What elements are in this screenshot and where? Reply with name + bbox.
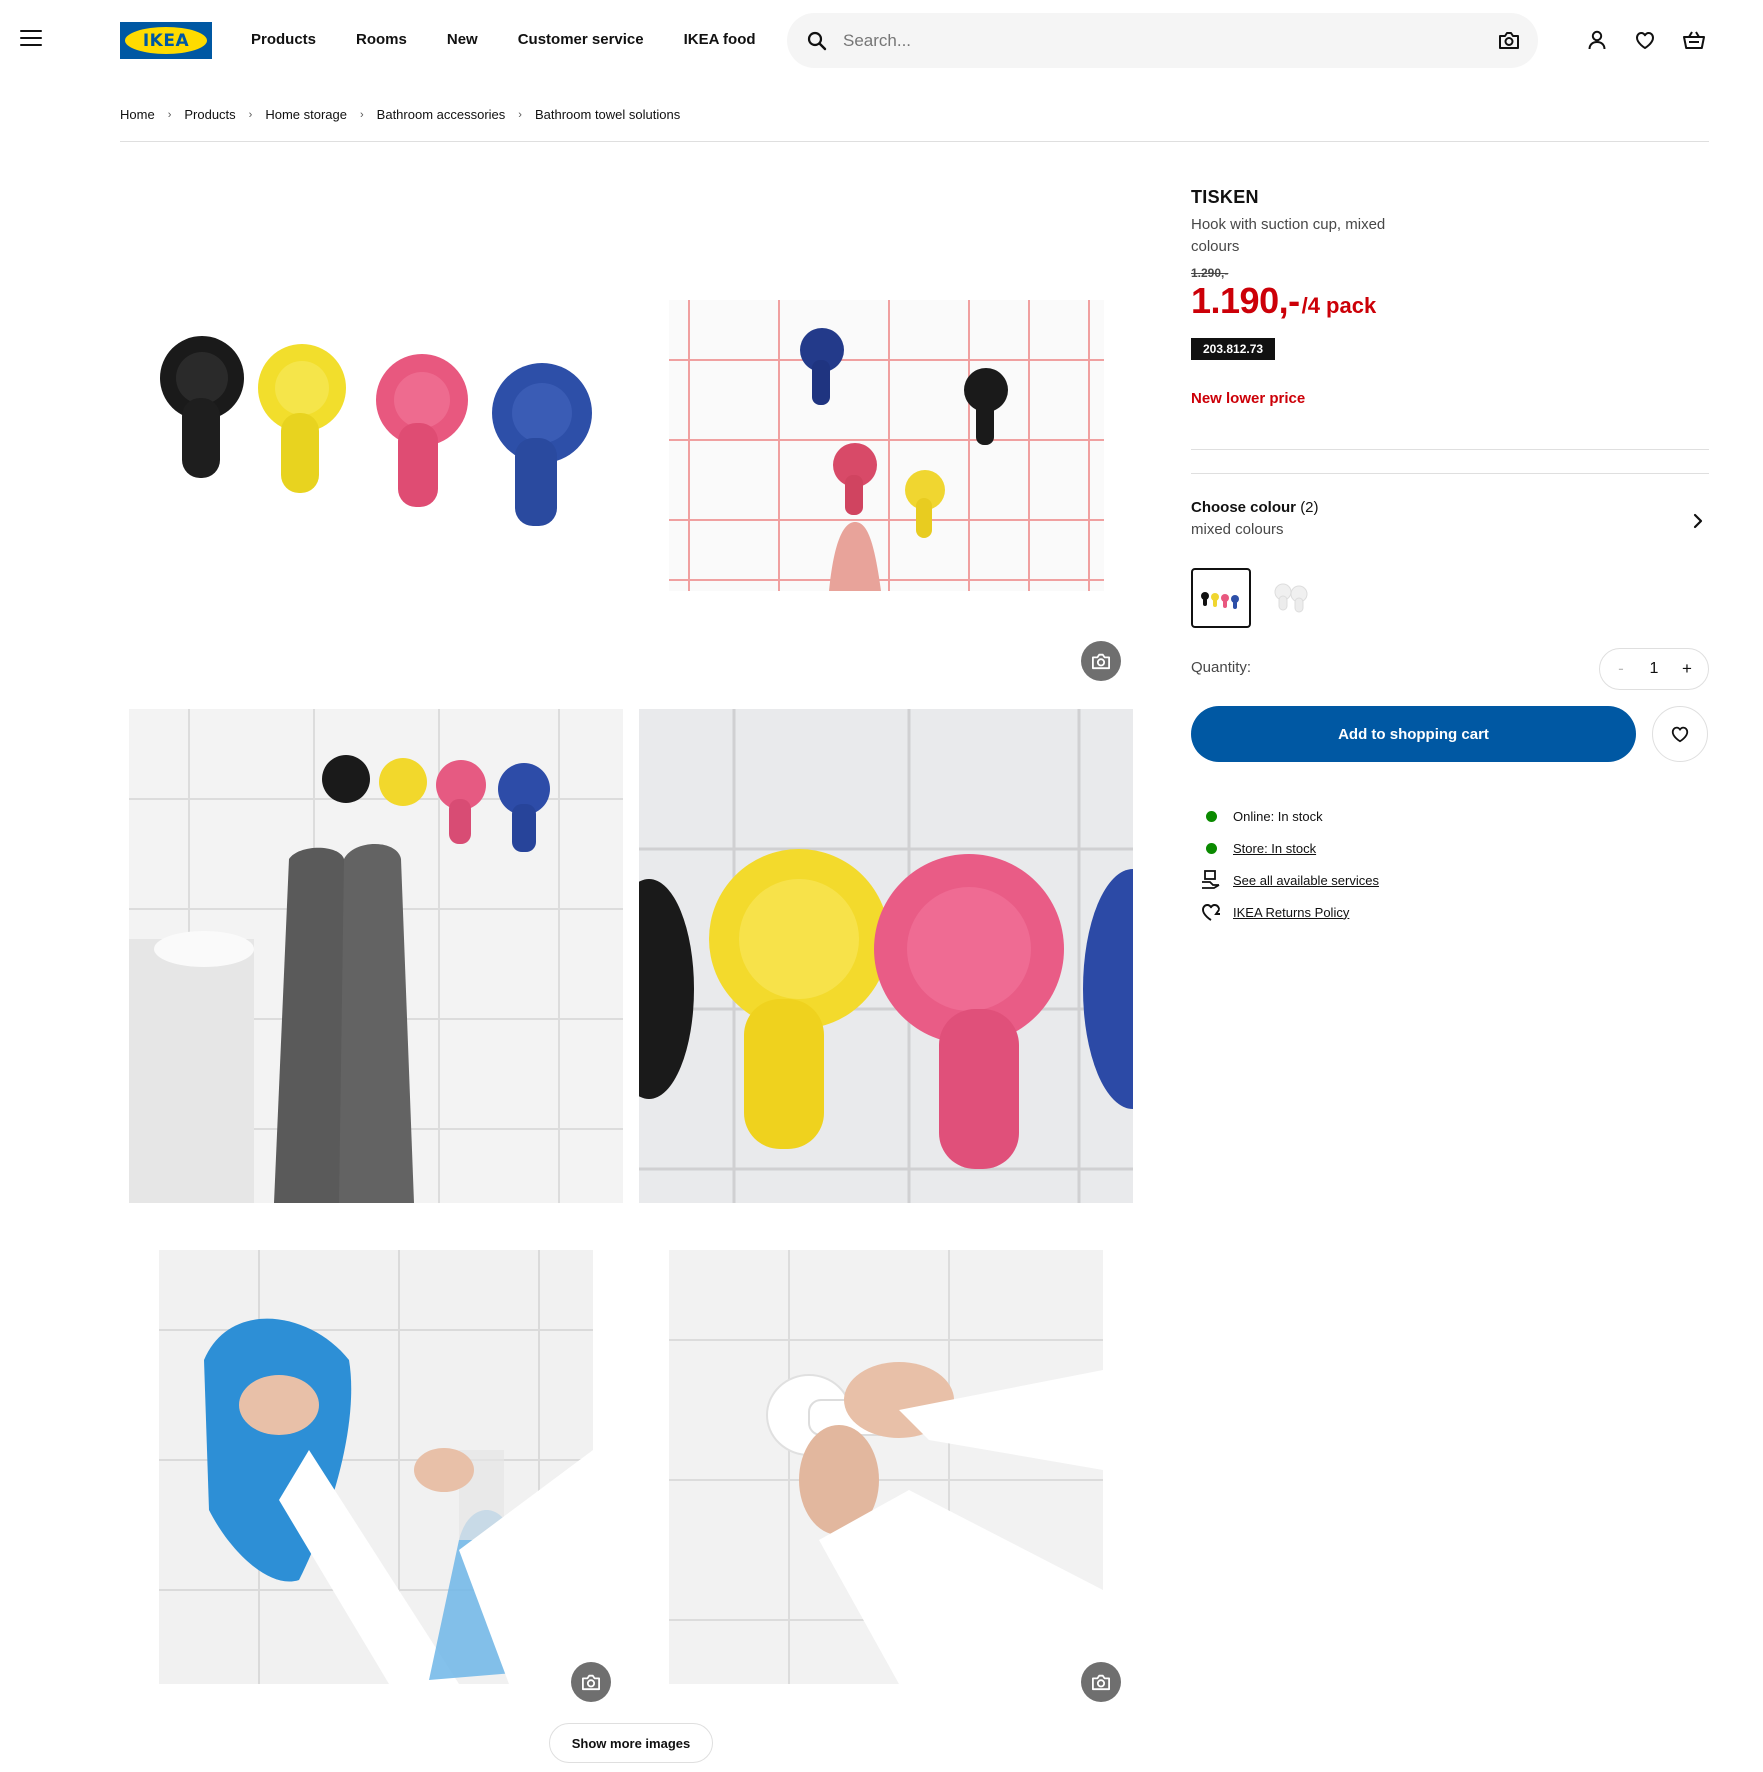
- main-nav: Products Rooms New Customer service IKEA…: [251, 31, 756, 48]
- quantity-value[interactable]: 1: [1650, 660, 1659, 678]
- nav-products[interactable]: Products: [251, 31, 316, 48]
- nav-customer-service[interactable]: Customer service: [518, 31, 644, 48]
- selected-colour: mixed colours: [1191, 521, 1284, 538]
- breadcrumb: Home › Products › Home storage › Bathroo…: [120, 107, 680, 122]
- colour-swatch-mixed[interactable]: [1191, 568, 1251, 628]
- product-image-towels[interactable]: [129, 709, 623, 1203]
- divider: [1191, 449, 1709, 450]
- chevron-right-icon: ›: [248, 108, 253, 121]
- chevron-right-icon: ›: [360, 108, 364, 121]
- quantity-decrease-button[interactable]: -: [1614, 659, 1628, 679]
- search-input[interactable]: [843, 25, 1443, 56]
- camera-icon[interactable]: [1081, 1662, 1121, 1702]
- price-unit: /4 pack: [1301, 293, 1377, 318]
- article-number: 203.812.73: [1191, 338, 1276, 360]
- camera-icon[interactable]: [1498, 30, 1520, 55]
- chevron-right-icon: ›: [518, 108, 522, 121]
- colour-count: (2): [1300, 499, 1319, 516]
- product-image-main[interactable]: [130, 273, 610, 593]
- quantity-label: Quantity:: [1191, 659, 1252, 676]
- cart-icon[interactable]: [1682, 29, 1705, 51]
- breadcrumb-products[interactable]: Products: [184, 107, 235, 122]
- search-icon[interactable]: [807, 31, 827, 56]
- product-image-cleaning[interactable]: [159, 1250, 593, 1684]
- breadcrumb-divider: [120, 141, 1709, 142]
- product-name: TISKEN: [1191, 187, 1259, 207]
- breadcrumb-bathroom-accessories[interactable]: Bathroom accessories: [377, 107, 506, 122]
- add-to-cart-button[interactable]: Add to shopping cart: [1191, 706, 1636, 762]
- product-image-mounting[interactable]: [669, 1250, 1103, 1684]
- nav-new[interactable]: New: [447, 31, 478, 48]
- nav-rooms[interactable]: Rooms: [356, 31, 407, 48]
- heart-icon: [1671, 726, 1689, 743]
- current-price: 1.190,- /4 pack: [1191, 280, 1709, 322]
- store-stock-link[interactable]: Store: In stock: [1233, 841, 1316, 856]
- in-stock-dot-icon: [1205, 842, 1217, 854]
- online-stock-row: Online: In stock: [1191, 800, 1709, 832]
- colour-swatch-white[interactable]: [1263, 568, 1323, 628]
- show-more-images-button[interactable]: Show more images: [549, 1723, 713, 1763]
- availability-list: Online: In stock Store: In stock See all…: [1191, 800, 1709, 928]
- camera-icon[interactable]: [1081, 641, 1121, 681]
- store-stock-row: Store: In stock: [1191, 832, 1709, 864]
- product-image-tiled-wall[interactable]: [669, 300, 1104, 591]
- search-bar: [787, 13, 1538, 68]
- breadcrumb-bathroom-towel-solutions[interactable]: Bathroom towel solutions: [535, 107, 680, 122]
- product-panel: TISKEN Hook with suction cup, mixed colo…: [1191, 187, 1709, 921]
- breadcrumb-home-storage[interactable]: Home storage: [265, 107, 347, 122]
- menu-icon[interactable]: [20, 30, 42, 52]
- returns-policy-link[interactable]: IKEA Returns Policy: [1233, 905, 1349, 920]
- in-stock-dot-icon: [1205, 810, 1217, 822]
- chevron-right-icon: [1693, 513, 1703, 534]
- quantity-stepper: - 1 +: [1599, 648, 1709, 690]
- returns-heart-icon: [1191, 901, 1231, 923]
- header-actions: [1586, 29, 1705, 51]
- available-services-link[interactable]: See all available services: [1233, 873, 1379, 888]
- logo-text: IKEA: [142, 30, 190, 51]
- delivery-service-icon: [1191, 869, 1231, 891]
- choose-colour-label: Choose colour: [1191, 499, 1297, 516]
- heart-icon[interactable]: [1634, 29, 1656, 51]
- price-value: 1.190,-: [1191, 280, 1300, 321]
- price-note: New lower price: [1191, 390, 1306, 407]
- product-image-closeup[interactable]: [639, 709, 1133, 1203]
- add-to-favourites-button[interactable]: [1652, 706, 1708, 762]
- profile-icon[interactable]: [1586, 29, 1608, 51]
- services-row: See all available services: [1191, 864, 1709, 896]
- ikea-logo[interactable]: IKEA: [120, 22, 212, 59]
- product-description: Hook with suction cup, mixed colours: [1191, 216, 1386, 255]
- previous-price: 1.290,-: [1191, 266, 1229, 280]
- nav-ikea-food[interactable]: IKEA food: [684, 31, 756, 48]
- returns-row: IKEA Returns Policy: [1191, 896, 1709, 928]
- chevron-right-icon: ›: [167, 108, 172, 121]
- breadcrumb-home[interactable]: Home: [120, 107, 155, 122]
- online-stock-status: Online: In stock: [1233, 808, 1323, 824]
- site-header: IKEA Products Rooms New Customer service…: [0, 0, 1763, 82]
- camera-icon[interactable]: [571, 1662, 611, 1702]
- quantity-increase-button[interactable]: +: [1680, 659, 1694, 679]
- divider: [1191, 473, 1709, 474]
- choose-colour-row[interactable]: Choose colour (2) mixed colours: [1191, 499, 1709, 538]
